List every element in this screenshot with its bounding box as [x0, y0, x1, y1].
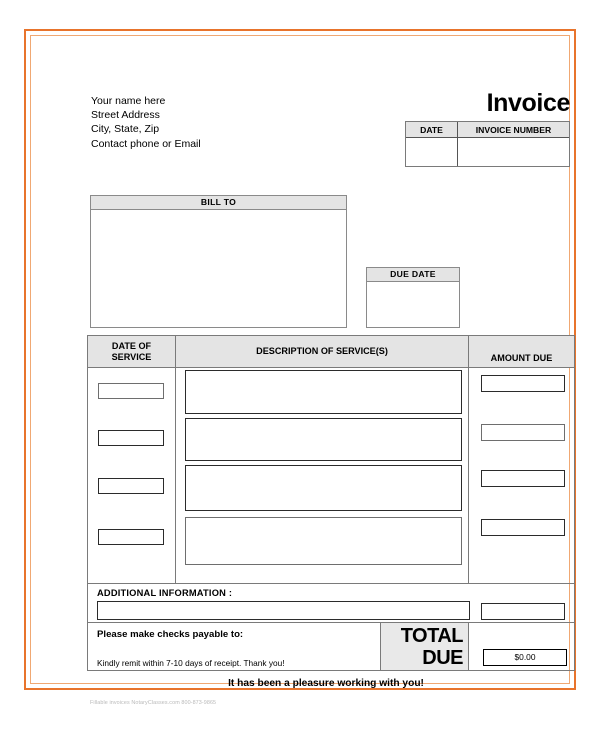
- invoice-number-header: INVOICE NUMBER: [475, 125, 552, 135]
- total-due-label-line1: TOTAL: [400, 624, 464, 647]
- header-date-of-service-line2: SERVICE: [111, 351, 152, 362]
- bill-to-header: BILL TO: [91, 196, 346, 210]
- total-due-amount-cell: $0.00: [469, 623, 574, 670]
- description-input-3[interactable]: [185, 465, 462, 511]
- bill-to-input[interactable]: [91, 210, 346, 328]
- amount-due-input-3[interactable]: [481, 470, 565, 487]
- invoice-number-input[interactable]: [458, 138, 569, 166]
- services-table-body: [88, 368, 574, 584]
- total-due-amount-value[interactable]: $0.00: [483, 649, 567, 666]
- closing-message: It has been a pleasure working with you!: [228, 678, 424, 689]
- date-of-service-input-1[interactable]: [98, 383, 164, 399]
- header-date-of-service: DATE OF SERVICE: [88, 336, 176, 367]
- total-due-label-line2: DUE: [422, 646, 463, 669]
- date-of-service-input-3[interactable]: [98, 478, 164, 494]
- date-of-service-column: [88, 368, 176, 584]
- invoice-title: Invoice: [486, 89, 571, 117]
- header-date-of-service-line1: DATE OF: [111, 340, 152, 351]
- sender-line-contact: Contact phone or Email: [91, 137, 201, 150]
- due-date-header: DUE DATE: [367, 268, 459, 282]
- invoice-date-input[interactable]: [406, 138, 458, 166]
- remit-note: Kindly remit within 7-10 days of receipt…: [97, 658, 285, 668]
- description-input-2[interactable]: [185, 418, 462, 461]
- total-due-label-cell: TOTAL DUE: [381, 623, 469, 670]
- sender-line-city-state-zip: City, State, Zip: [91, 123, 160, 136]
- invoice-date-header: DATE: [406, 122, 458, 137]
- amount-due-input-4[interactable]: [481, 519, 565, 536]
- sender-address-block: Your name here Street Address City, Stat…: [91, 94, 201, 151]
- sender-line-street: Street Address: [91, 109, 160, 122]
- date-of-service-input-4[interactable]: [98, 529, 164, 545]
- description-input-1[interactable]: [185, 370, 462, 414]
- description-input-4[interactable]: [185, 517, 462, 565]
- additional-information-section: ADDITIONAL INFORMATION :: [88, 583, 574, 623]
- due-date-input[interactable]: [367, 282, 459, 328]
- invoice-document: Your name here Street Address City, Stat…: [60, 71, 592, 711]
- amount-due-input-2[interactable]: [481, 424, 565, 441]
- footer-note: Fillable invoices NotaryClasses.com 800-…: [90, 700, 217, 706]
- payment-total-row: Please make checks payable to: Kindly re…: [88, 623, 574, 670]
- header-amount-due: AMOUNT DUE: [490, 353, 553, 363]
- services-table-header-row: DATE OF SERVICE DESCRIPTION OF SERVICE(S…: [88, 336, 574, 368]
- payable-cell: Please make checks payable to: Kindly re…: [88, 623, 381, 670]
- payable-title: Please make checks payable to:: [97, 629, 244, 640]
- services-table: DATE OF SERVICE DESCRIPTION OF SERVICE(S…: [87, 335, 575, 671]
- date-of-service-input-2[interactable]: [98, 430, 164, 446]
- due-date-box: DUE DATE: [366, 267, 460, 328]
- header-description-of-services: DESCRIPTION OF SERVICE(S): [176, 336, 469, 367]
- additional-information-amount-input[interactable]: [481, 603, 565, 620]
- amount-due-input-1[interactable]: [481, 375, 565, 392]
- amount-due-column: [469, 368, 574, 584]
- sender-line-name: Your name here: [91, 95, 166, 107]
- invoice-meta-value-row: [406, 138, 569, 166]
- description-column: [176, 368, 469, 584]
- invoice-meta-table: DATE INVOICE NUMBER: [405, 121, 570, 167]
- invoice-page-frame: Your name here Street Address City, Stat…: [24, 29, 576, 706]
- invoice-meta-header-row: DATE INVOICE NUMBER: [406, 122, 569, 138]
- additional-information-input[interactable]: [97, 601, 470, 620]
- additional-information-label: ADDITIONAL INFORMATION :: [97, 588, 233, 598]
- bill-to-box: BILL TO: [90, 195, 347, 328]
